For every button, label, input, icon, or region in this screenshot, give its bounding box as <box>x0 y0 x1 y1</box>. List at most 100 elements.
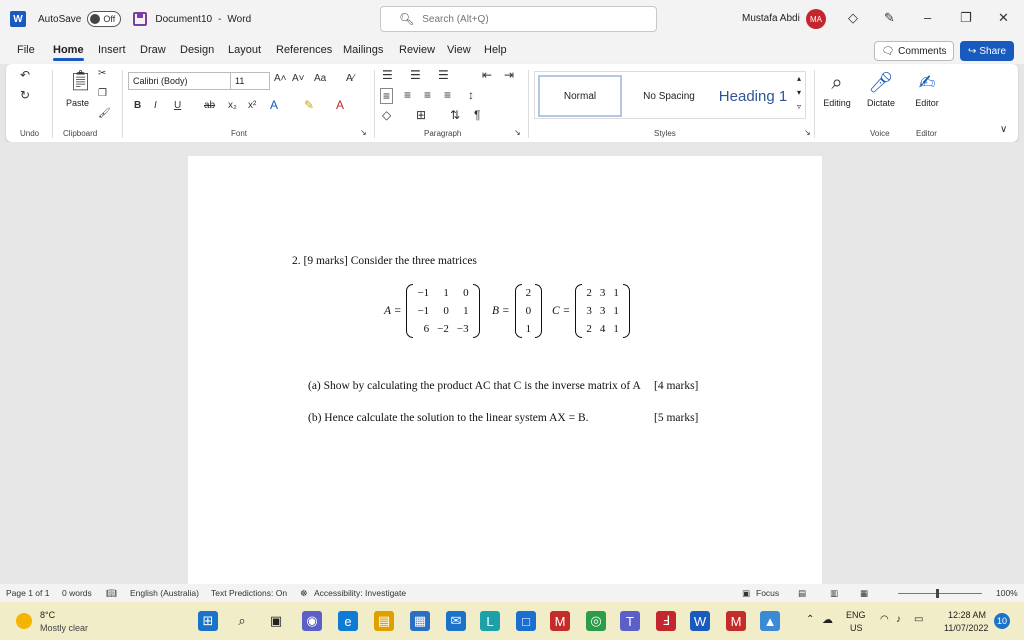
font-name-select[interactable]: Calibri (Body) <box>128 72 232 90</box>
numbering-icon[interactable]: ☰ <box>410 68 421 82</box>
accessibility-icon[interactable]: ☸ <box>300 588 308 599</box>
clear-formatting-icon[interactable]: A∕ <box>346 73 354 84</box>
superscript-icon[interactable]: x² <box>248 100 256 111</box>
mcafee-icon[interactable]: M <box>550 611 570 631</box>
styles-scroll-down-icon[interactable]: ▾ <box>797 88 801 97</box>
page-count[interactable]: Page 1 of 1 <box>6 588 49 598</box>
word-taskbar-icon[interactable]: W <box>690 611 710 631</box>
mail-icon[interactable]: ✉ <box>446 611 466 631</box>
highlight-icon[interactable]: ✎ <box>304 98 314 112</box>
styles-more-icon[interactable]: ▿ <box>797 102 801 111</box>
photos-icon[interactable]: ▲ <box>760 611 780 631</box>
font-dialog-launcher-icon[interactable]: ↘ <box>360 128 367 137</box>
notification-badge[interactable]: 10 <box>994 613 1010 629</box>
paste-label[interactable]: Paste <box>66 98 89 108</box>
tab-layout[interactable]: Layout <box>228 44 261 56</box>
print-layout-icon[interactable]: ▥ <box>830 588 838 599</box>
weather-temp[interactable]: 8°C <box>40 610 55 620</box>
diamond-icon[interactable]: ◇ <box>848 10 858 26</box>
word-count[interactable]: 0 words <box>62 588 92 598</box>
comments-button[interactable]: 🗨︎ Comments <box>874 41 954 61</box>
web-layout-icon[interactable]: ▦ <box>860 588 868 599</box>
style-no-spacing[interactable]: No Spacing <box>627 75 711 117</box>
onedrive-icon[interactable]: ☁ <box>822 613 833 626</box>
style-heading-1[interactable]: Heading 1 <box>715 75 791 117</box>
paragraph-dialog-launcher-icon[interactable]: ↘ <box>514 128 521 137</box>
editor-button[interactable]: ✍︎ Editor <box>906 68 948 108</box>
show-formatting-icon[interactable]: ¶ <box>474 108 480 122</box>
share-button[interactable]: ↪ Share <box>960 41 1014 61</box>
line-spacing-icon[interactable]: ↕ <box>468 88 474 102</box>
battery-icon[interactable]: ▭ <box>914 614 923 625</box>
styles-dialog-launcher-icon[interactable]: ↘ <box>804 128 811 137</box>
read-mode-icon[interactable]: ▤ <box>798 588 806 599</box>
tab-references[interactable]: References <box>276 44 332 56</box>
text-predictions-status[interactable]: Text Predictions: On <box>211 588 287 598</box>
sort-icon[interactable]: ⇅ <box>450 108 460 122</box>
align-center-icon[interactable]: ≡ <box>404 88 411 102</box>
mcafee-icon-2[interactable]: M <box>726 611 746 631</box>
paste-icon[interactable]: 📋︎ <box>68 68 93 93</box>
zoom-slider-thumb[interactable] <box>936 589 939 598</box>
subscript-icon[interactable]: x₂ <box>228 100 237 111</box>
weather-desc[interactable]: Mostly clear <box>40 623 88 633</box>
wifi-icon[interactable]: ◠ <box>880 614 889 625</box>
tray-overflow-icon[interactable]: ⌃ <box>806 614 814 625</box>
acrobat-icon[interactable]: Ⅎ <box>656 611 676 631</box>
weather-icon[interactable] <box>16 613 32 629</box>
tab-draw[interactable]: Draw <box>140 44 166 56</box>
tab-home[interactable]: Home <box>53 44 84 61</box>
underline-icon[interactable]: U <box>174 100 181 111</box>
borders-icon[interactable]: ⊞ <box>416 108 426 122</box>
language-line2[interactable]: US <box>850 623 863 633</box>
tab-file[interactable]: File <box>17 44 35 56</box>
redo-icon[interactable]: ↻ <box>20 88 30 102</box>
change-case-icon[interactable]: Aa <box>314 73 326 84</box>
chrome-icon[interactable]: ◎ <box>586 611 606 631</box>
restore-icon[interactable]: ❐ <box>960 10 972 26</box>
justify-icon[interactable]: ≡ <box>444 88 451 102</box>
language-status[interactable]: English (Australia) <box>130 588 199 598</box>
align-right-icon[interactable]: ≡ <box>424 88 431 102</box>
tab-mailings[interactable]: Mailings <box>343 44 383 56</box>
grow-font-icon[interactable]: A˄ <box>274 73 287 84</box>
search-icon[interactable]: ⌕ <box>232 611 252 631</box>
shading-icon[interactable]: ◇ <box>382 108 391 122</box>
search-box[interactable]: 🔍︎ <box>380 6 657 32</box>
italic-icon[interactable]: I <box>154 100 157 111</box>
bullets-icon[interactable]: ☰ <box>382 68 393 82</box>
chat-icon[interactable]: ◉ <box>302 611 322 631</box>
store-icon[interactable]: ▦ <box>410 611 430 631</box>
minimize-icon[interactable]: – <box>924 10 931 25</box>
copy-icon[interactable]: ❐ <box>98 88 107 99</box>
autosave-toggle[interactable]: Off <box>87 11 122 27</box>
format-painter-icon[interactable]: 🖌︎ <box>98 108 111 119</box>
file-explorer-icon[interactable]: ▤ <box>374 611 394 631</box>
tab-help[interactable]: Help <box>484 44 507 56</box>
styles-scroll-up-icon[interactable]: ▴ <box>797 74 801 83</box>
cut-icon[interactable]: ✂ <box>98 68 106 79</box>
zoom-level[interactable]: 100% <box>996 588 1018 598</box>
search-input[interactable] <box>422 13 623 25</box>
avatar[interactable]: MA <box>806 9 826 29</box>
proofing-icon[interactable]: 📖︎ <box>106 588 117 599</box>
style-normal[interactable]: Normal <box>538 75 622 117</box>
clock-date[interactable]: 11/07/2022 <box>944 623 988 633</box>
align-left-icon[interactable]: ≡ <box>380 88 394 104</box>
pen-icon[interactable]: ✎ <box>884 10 895 26</box>
editing-button[interactable]: ⌕ Editing <box>816 68 858 108</box>
undo-icon[interactable]: ↶ <box>20 68 30 82</box>
start-icon[interactable]: ⊞ <box>198 611 218 631</box>
dictate-button[interactable]: 🎤︎ Dictate <box>860 68 902 108</box>
shrink-font-icon[interactable]: A˅ <box>292 73 305 84</box>
teams-icon[interactable]: T <box>620 611 640 631</box>
strikethrough-icon[interactable]: ab <box>204 100 215 111</box>
language-line1[interactable]: ENG <box>846 610 866 620</box>
edge-icon[interactable]: e <box>338 611 358 631</box>
zoom-slider[interactable] <box>898 593 982 594</box>
multilevel-list-icon[interactable]: ☰ <box>438 68 449 82</box>
font-color-icon[interactable]: A <box>336 98 344 112</box>
save-icon[interactable] <box>133 12 148 26</box>
document-page[interactable]: 2. [9 marks] Consider the three matrices… <box>188 156 822 584</box>
focus-label[interactable]: Focus <box>756 588 779 598</box>
